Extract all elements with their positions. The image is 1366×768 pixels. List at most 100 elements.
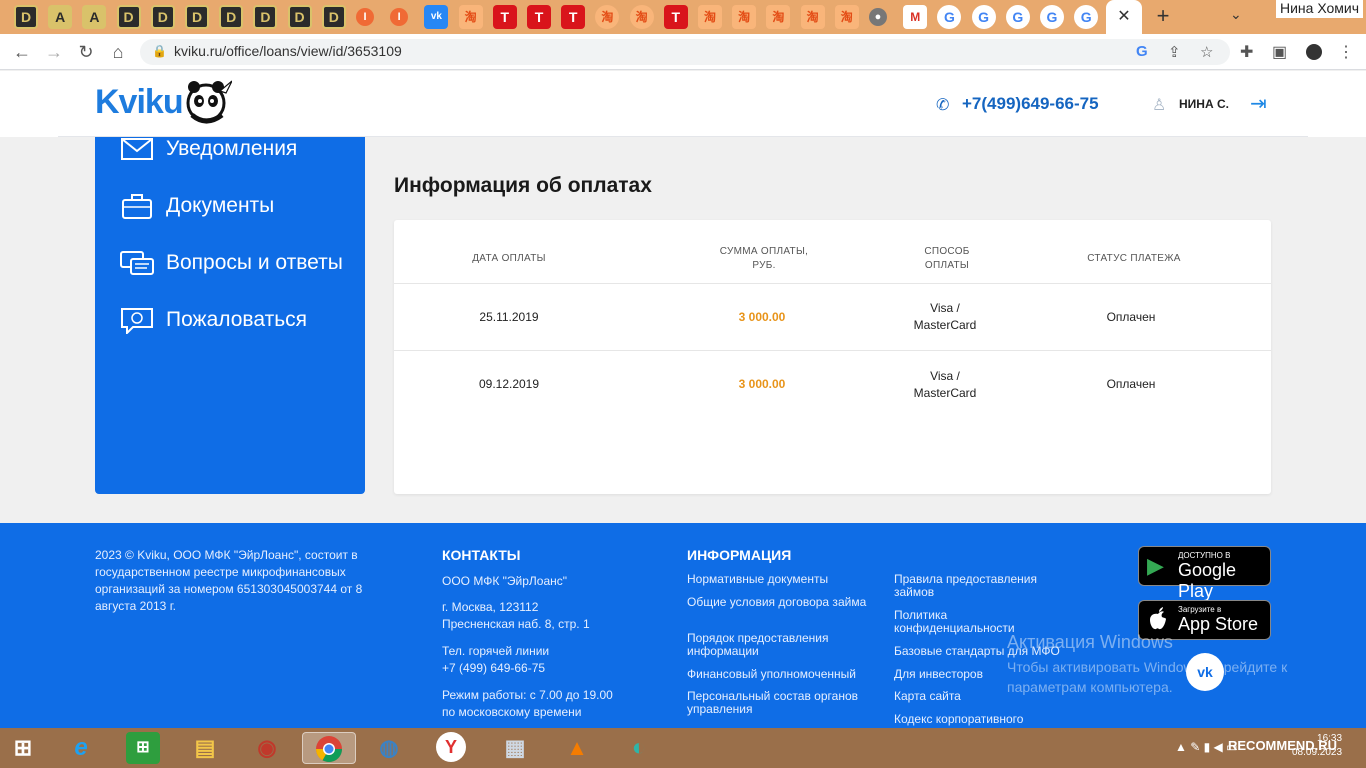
address-bar[interactable]: 🔒 kviku.ru/office/loans/view/id/3653109 … [140, 39, 1230, 65]
google-play-icon: ▶ [1147, 553, 1164, 578]
browser-tab[interactable]: 淘 [629, 5, 654, 29]
back-arrow-icon[interactable]: ← [10, 40, 34, 64]
windows-start-icon[interactable]: ⊞ [6, 732, 40, 764]
active-tab-close-button[interactable]: ✕ [1106, 0, 1142, 34]
browser-tab[interactable]: A [82, 5, 107, 29]
user-name[interactable]: НИНА С. [1179, 97, 1229, 111]
vk-icon[interactable]: vk [1186, 653, 1224, 691]
forward-arrow-icon[interactable]: → [42, 40, 66, 64]
payment-sum: 3 000.00 [738, 310, 786, 324]
header-phone-link[interactable]: +7(499)649-66-75 [962, 94, 1099, 114]
browser-tab[interactable]: D [219, 5, 244, 29]
browser-tab[interactable]: G [1074, 5, 1099, 29]
envelope-icon [121, 138, 153, 160]
footer-address: г. Москва, 123112 Пресненская наб. 8, ст… [442, 600, 590, 631]
site-footer: 2023 © Kviku, ООО МФК "ЭйрЛоанс", состои… [0, 523, 1366, 728]
profile-avatar[interactable] [1306, 44, 1322, 60]
browser-tab[interactable]: 淘 [800, 5, 825, 29]
column-header-date: ДАТА ОПЛАТЫ [472, 253, 546, 264]
lock-icon[interactable]: 🔒 [152, 44, 167, 58]
app-eye-icon[interactable]: ◉ [250, 732, 284, 764]
bookmark-star-icon[interactable]: ☆ [1200, 43, 1213, 61]
apple-icon [1150, 607, 1166, 630]
browser-tab[interactable]: T [561, 5, 586, 29]
share-icon[interactable]: ⇪ [1168, 43, 1181, 61]
footer-link[interactable]: Общие условия договора займа [687, 596, 877, 609]
footer-hotline[interactable]: Тел. горячей линии +7 (499) 649-66-75 [442, 643, 549, 677]
browser-tab[interactable]: I [356, 8, 374, 26]
internet-explorer-icon[interactable]: e [64, 732, 98, 764]
browser-tab[interactable]: 淘 [458, 5, 483, 29]
browser-tab[interactable]: M [903, 5, 928, 29]
page-title: Информация об оплатах [394, 174, 652, 197]
windows-taskbar: ⊞ e ⊞ ▤ ◉ ◍ Y ▦ ▲ ◐ ▲ ✎ ▮ ◀ ▭ RECOMMEND.… [0, 728, 1366, 768]
browser-tab[interactable]: T [663, 5, 688, 29]
chrome-icon[interactable] [302, 732, 356, 764]
browser-tab[interactable]: 淘 [595, 5, 620, 29]
payment-date: 09.12.2019 [478, 377, 540, 391]
reload-icon[interactable]: ↻ [74, 40, 98, 64]
clock-time: 16:33 [1317, 733, 1343, 744]
browser-tab[interactable]: D [253, 5, 278, 29]
google-translate-icon[interactable]: G [1136, 43, 1148, 60]
browser-tab[interactable]: D [150, 5, 175, 29]
browser-tab[interactable]: I [390, 8, 409, 26]
browser-tab[interactable]: D [116, 5, 141, 29]
browser-tab[interactable]: D [185, 5, 209, 29]
file-explorer-icon[interactable]: ▤ [188, 732, 222, 764]
browser-tab[interactable]: ● [869, 8, 887, 26]
footer-copyright: 2023 © Kviku, ООО МФК "ЭйрЛоанс", состои… [95, 548, 363, 613]
payment-date: 25.11.2019 [479, 310, 539, 324]
browser-tab[interactable]: 淘 [834, 5, 859, 29]
browser-tab[interactable]: G [971, 5, 996, 29]
google-play-button[interactable]: ▶ ДОСТУПНО В Google Play [1138, 546, 1271, 601]
browser-tab[interactable]: D [14, 5, 38, 29]
payments-table: ДАТА ОПЛАТЫ СУММА ОПЛАТЫ, РУБ. СПОСОБ ОП… [394, 220, 1271, 494]
browser-tab[interactable]: G [1005, 5, 1030, 29]
browser-tab[interactable]: 淘 [698, 5, 722, 29]
store-icon[interactable]: ⊞ [126, 732, 160, 764]
footer-link[interactable]: Финансовый уполномоченный [687, 668, 877, 681]
edge-icon[interactable]: ◐ [622, 732, 656, 764]
side-panel-icon[interactable]: ▣ [1272, 42, 1287, 62]
footer-link[interactable]: Нормативные документы [687, 573, 877, 586]
panda-logo-icon[interactable] [186, 77, 232, 125]
browser-globe-icon[interactable]: ◍ [372, 732, 406, 764]
browser-tab[interactable]: G [1040, 5, 1064, 29]
payment-sum: 3 000.00 [738, 377, 786, 391]
browser-tab[interactable]: D [321, 5, 346, 29]
kviku-logo[interactable]: Kviku [95, 83, 184, 122]
column-header-sum: СУММА ОПЛАТЫ, РУБ. [719, 246, 809, 271]
calculator-icon[interactable]: ▦ [498, 732, 532, 764]
sidebar-item-label: Уведомления [166, 137, 298, 160]
new-tab-button[interactable]: + [1152, 4, 1174, 28]
row-divider [394, 350, 1271, 351]
payment-method: Visa / MasterCard [913, 301, 977, 332]
footer-link[interactable]: Персональный состав органов управления [687, 690, 877, 716]
logout-icon[interactable]: ⇥ [1250, 91, 1267, 116]
browser-menu-icon[interactable]: ⋮ [1338, 42, 1354, 62]
sidebar-item-label: Пожаловаться [166, 308, 308, 331]
browser-tab[interactable]: T [527, 5, 551, 29]
taskbar-clock[interactable]: 16:33 08.09.2023 [1292, 732, 1342, 760]
extensions-icon[interactable]: ✚ [1240, 42, 1253, 62]
yandex-icon[interactable]: Y [436, 732, 466, 762]
browser-toolbar: ← → ↻ ⌂ 🔒 kviku.ru/office/loans/view/id/… [0, 34, 1366, 70]
sidebar-menu: Уведомления Документы Вопросы и ответы П… [95, 137, 365, 494]
browser-tab[interactable]: G [937, 5, 962, 29]
footer-link[interactable]: Порядок предоставления информации [687, 632, 877, 658]
browser-tab[interactable]: D [287, 5, 312, 29]
store-caption: ДОСТУПНО В [1178, 551, 1231, 560]
home-icon[interactable]: ⌂ [106, 40, 130, 64]
browser-tab[interactable]: A [48, 5, 73, 29]
footer-link[interactable]: Правила предоставления займов [894, 573, 1054, 599]
browser-tab[interactable]: 淘 [732, 5, 757, 29]
browser-tab[interactable]: T [492, 5, 517, 29]
sidebar-item-label: Вопросы и ответы [166, 251, 343, 274]
vlc-icon[interactable]: ▲ [560, 732, 594, 764]
browser-tab[interactable]: vk [424, 5, 449, 29]
footer-link[interactable]: Кодекс корпоративного [894, 713, 1084, 726]
url-text[interactable]: kviku.ru/office/loans/view/id/3653109 [174, 43, 402, 59]
browser-tab[interactable]: 淘 [766, 5, 791, 29]
tab-search-button[interactable]: ⌄ [1230, 6, 1242, 23]
